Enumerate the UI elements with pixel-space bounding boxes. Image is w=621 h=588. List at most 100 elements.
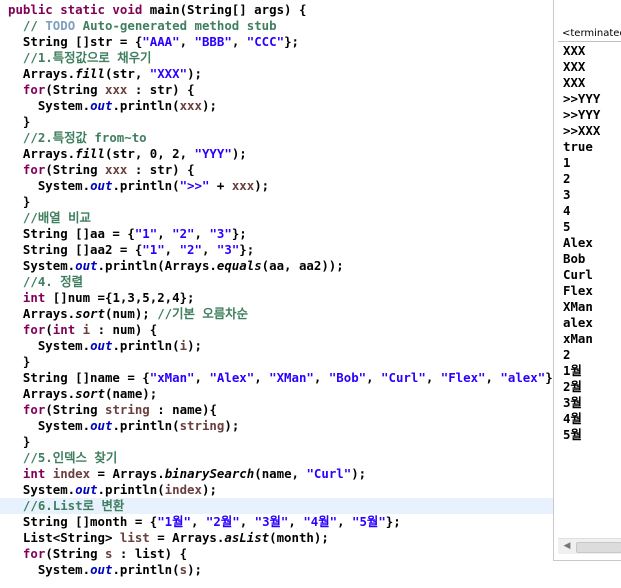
code-token: : list) { — [112, 546, 188, 561]
code-line[interactable]: } — [0, 194, 30, 210]
code-token: } — [8, 114, 31, 129]
code-token: //2.특정값 from~to — [22, 130, 147, 145]
code-line[interactable]: Arrays.sort(name); — [0, 386, 157, 402]
code-line[interactable]: //1.특정값으로 채우기 — [0, 50, 152, 66]
code-line[interactable]: //2.특정값 from~to — [0, 130, 147, 146]
console-output-line: 1 — [563, 155, 571, 170]
code-token: (aa, aa2)); — [261, 258, 344, 273]
code-token: , — [313, 370, 329, 385]
code-line[interactable]: System.out.println(Arrays.equals(aa, aa2… — [0, 258, 344, 274]
code-line[interactable]: } — [0, 114, 30, 130]
code-token: //기본 오름차순 — [157, 306, 248, 321]
code-line[interactable]: System.out.println(s); — [0, 562, 202, 578]
code-line[interactable]: for(String xxx : str) { — [0, 82, 195, 98]
code-line[interactable]: //배열 비교 — [0, 210, 91, 226]
code-line[interactable]: Arrays.fill(str, "XXX"); — [0, 66, 202, 82]
code-line[interactable]: String []month = {"1월", "2월", "3월", "4월"… — [0, 514, 401, 530]
code-token: out — [90, 98, 113, 113]
code-token: asList — [224, 530, 270, 545]
code-token: "3" — [216, 242, 240, 257]
code-token: TODO — [45, 18, 76, 33]
code-token: Auto-generated method stub — [75, 18, 277, 33]
code-line[interactable]: //5.인덱스 찾기 — [0, 450, 117, 466]
code-token: fill — [75, 146, 105, 161]
code-line[interactable]: for(String string : name){ — [0, 402, 217, 418]
code-line[interactable]: System.out.println(string); — [0, 418, 239, 434]
code-token: i — [82, 322, 91, 337]
code-token: : str) { — [127, 82, 195, 97]
code-token: .println( — [112, 418, 180, 433]
code-line[interactable]: public static void main(String[] args) { — [0, 2, 306, 18]
code-line[interactable]: Arrays.sort(num); //기본 오름차순 — [0, 306, 248, 322]
code-line[interactable]: List<String> list = Arrays.asList(month)… — [0, 530, 329, 546]
code-token: (String — [45, 162, 105, 177]
code-token: Arrays. — [8, 386, 76, 401]
code-line[interactable]: String []aa = {"1", "2", "3"}; — [0, 226, 247, 242]
code-token: , — [485, 370, 501, 385]
code-editor[interactable]: public static void main(String[] args) {… — [0, 0, 553, 588]
code-token: : name){ — [149, 402, 217, 417]
code-token: out — [75, 482, 98, 497]
scroll-left-arrow-icon[interactable]: ◀ — [560, 539, 574, 554]
code-token: + — [209, 178, 232, 193]
code-token: }; — [239, 242, 255, 257]
code-line[interactable]: int index = Arrays.binarySearch(name, "C… — [0, 466, 366, 482]
code-token: // — [22, 18, 46, 33]
code-token: for — [22, 82, 46, 97]
code-token: ); — [187, 338, 202, 353]
code-line[interactable]: Arrays.fill(str, 0, 2, "YYY"); — [0, 146, 247, 162]
code-token: ); — [201, 482, 217, 497]
scrollbar-thumb[interactable] — [576, 542, 621, 553]
code-token: ); — [254, 178, 270, 193]
code-line[interactable]: System.out.println(index); — [0, 482, 217, 498]
code-line[interactable]: for(int i : num) { — [0, 322, 157, 338]
code-line[interactable]: for(String s : list) { — [0, 546, 187, 562]
code-line[interactable]: for(String xxx : str) { — [0, 162, 195, 178]
code-token: for — [22, 162, 46, 177]
code-token: .println( — [112, 178, 180, 193]
code-token: (name, — [254, 466, 307, 481]
code-token: ); — [187, 66, 202, 81]
code-line[interactable]: String []name = {"xMan", "Alex", "XMan",… — [0, 370, 553, 386]
code-token: string — [179, 418, 225, 433]
code-token: for — [22, 546, 46, 561]
code-token: (String — [45, 402, 105, 417]
code-line[interactable]: //6.List로 변환 — [0, 498, 553, 514]
code-token: Arrays. — [8, 66, 76, 81]
console-output-line: alex — [563, 315, 593, 330]
console-horizontal-scrollbar[interactable]: ◀ — [558, 538, 621, 554]
code-token: "AAA" — [142, 34, 180, 49]
code-line[interactable]: // TODO Auto-generated method stub — [0, 18, 277, 34]
code-token: .println( — [112, 338, 180, 353]
code-line[interactable]: } — [0, 434, 30, 450]
code-token: System. — [8, 338, 91, 353]
code-token: out — [90, 562, 113, 577]
code-line[interactable]: String []str = {"AAA", "BBB", "CCC"}; — [0, 34, 299, 50]
code-line[interactable]: System.out.println(">>" + xxx); — [0, 178, 269, 194]
code-line[interactable]: } — [0, 354, 30, 370]
code-token: (str, 0, 2, — [104, 146, 195, 161]
console-output-line: Flex — [563, 283, 593, 298]
code-token: equals — [216, 258, 262, 273]
code-line[interactable]: System.out.println(xxx); — [0, 98, 217, 114]
code-token: , — [239, 514, 255, 529]
code-line[interactable]: String []aa2 = {"1", "2", "3"}; — [0, 242, 254, 258]
code-token: (month); — [269, 530, 329, 545]
code-token: } — [8, 434, 31, 449]
console-output-line: XXX — [563, 59, 586, 74]
code-token: (String — [45, 82, 105, 97]
code-line[interactable]: int []num ={1,3,5,2,4}; — [0, 290, 195, 306]
code-token: "3월" — [254, 514, 289, 529]
code-line[interactable]: System.out.println(i); — [0, 338, 202, 354]
code-token: Arrays. — [8, 146, 76, 161]
code-token: sort — [75, 306, 105, 321]
code-token: String []name = { — [8, 370, 150, 385]
console-view[interactable]: <terminated> XXXXXXXXX>>YYY>>YYY>>XXXtru… — [553, 0, 621, 561]
code-line[interactable]: //4. 정렬 — [0, 274, 83, 290]
code-token: "Alex" — [209, 370, 255, 385]
code-token: .println( — [97, 482, 165, 497]
